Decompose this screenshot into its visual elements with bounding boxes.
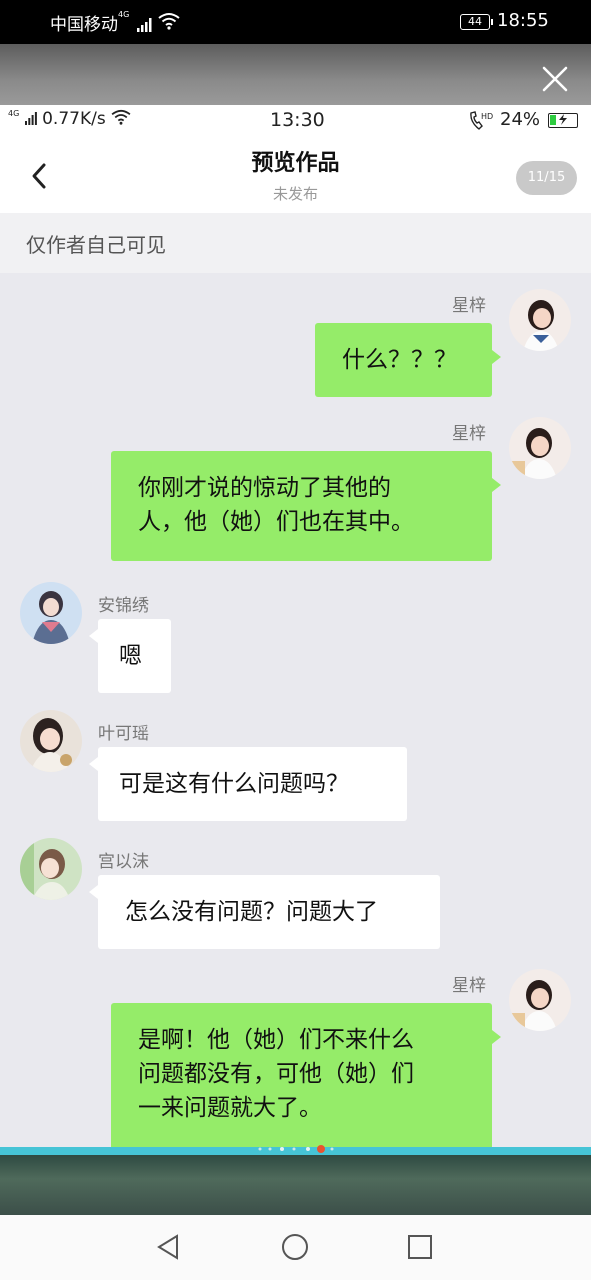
publish-status: 未发布 [272, 185, 318, 203]
preview-screenshot: 4G 0.77K/s 13:30 HD 24% 预览作品 未发布 11/15 仅… [0, 105, 591, 1150]
avatar [20, 710, 82, 772]
message-bubble: 你刚才说的惊动了其他的 人，他（她）们也在其中。 [111, 451, 492, 561]
page-header: 预览作品 未发布 11/15 [0, 137, 591, 213]
page-dots[interactable] [256, 1144, 336, 1154]
sender-name: 宫以沫 [98, 852, 149, 872]
navigation-bar [0, 1215, 591, 1280]
blurred-background-top [0, 44, 591, 105]
avatar-image [20, 582, 82, 644]
nav-recents-icon[interactable] [404, 1231, 436, 1263]
blurred-background-bottom [0, 1155, 591, 1215]
page-indicator: 11/15 [516, 161, 577, 195]
visibility-text: 仅作者自己可见 [26, 233, 166, 257]
charging-icon [559, 114, 567, 125]
avatar [509, 289, 571, 351]
inner-network-tag: 4G [8, 109, 20, 118]
chat-area: 星梓 什么？？？ 星梓 你刚才说的惊动了其他的 人，他（她）们也在其中。 安锦绣… [0, 273, 591, 1150]
message-bubble: 是啊！他（她）们不来什么 问题都没有，可他（她）们 一来问题就大了。 [111, 1003, 492, 1150]
visibility-notice: 仅作者自己可见 [0, 213, 591, 273]
avatar-image [509, 969, 571, 1031]
hd-call-icon: HD [470, 111, 493, 130]
message-bubble: 怎么没有问题？问题大了 [98, 875, 440, 949]
avatar [509, 417, 571, 479]
avatar [509, 969, 571, 1031]
avatar-image [509, 417, 571, 479]
network-speed: 0.77K/s [42, 109, 106, 129]
inner-battery-icon [548, 113, 578, 128]
sender-name: 星梓 [452, 424, 486, 444]
message-bubble: 可是这有什么问题吗？ [98, 747, 407, 821]
avatar [20, 582, 82, 644]
wifi-icon [158, 13, 180, 30]
avatar [20, 838, 82, 900]
network-type-tag: 4G [118, 10, 130, 19]
inner-status-time: 13:30 [270, 109, 325, 131]
page-title: 预览作品 [251, 151, 340, 176]
sender-name: 安锦绣 [98, 596, 149, 616]
sender-name: 星梓 [452, 976, 486, 996]
inner-signal-icon [24, 112, 37, 125]
close-icon[interactable] [540, 64, 570, 94]
avatar-image [509, 289, 571, 351]
nav-home-icon[interactable] [279, 1231, 311, 1263]
battery-percent: 24% [500, 109, 541, 130]
svg-text:HD: HD [481, 112, 493, 121]
inner-status-bar: 4G 0.77K/s 13:30 HD 24% [0, 105, 591, 137]
avatar-image [20, 838, 82, 900]
inner-wifi-icon [111, 109, 131, 125]
message-bubble: 什么？？？ [315, 323, 492, 397]
nav-back-icon[interactable] [153, 1231, 185, 1263]
sender-name: 星梓 [452, 296, 486, 316]
battery-indicator: 44 [460, 14, 493, 30]
system-status-bar: 中国移动4G 44 18:55 [0, 0, 591, 44]
avatar-image [20, 710, 82, 772]
message-bubble: 嗯 [98, 619, 171, 693]
status-time: 18:55 [497, 10, 549, 31]
sender-name: 叶可瑶 [98, 724, 149, 744]
carrier-label: 中国移动4G [50, 10, 153, 35]
signal-icon [136, 18, 152, 32]
